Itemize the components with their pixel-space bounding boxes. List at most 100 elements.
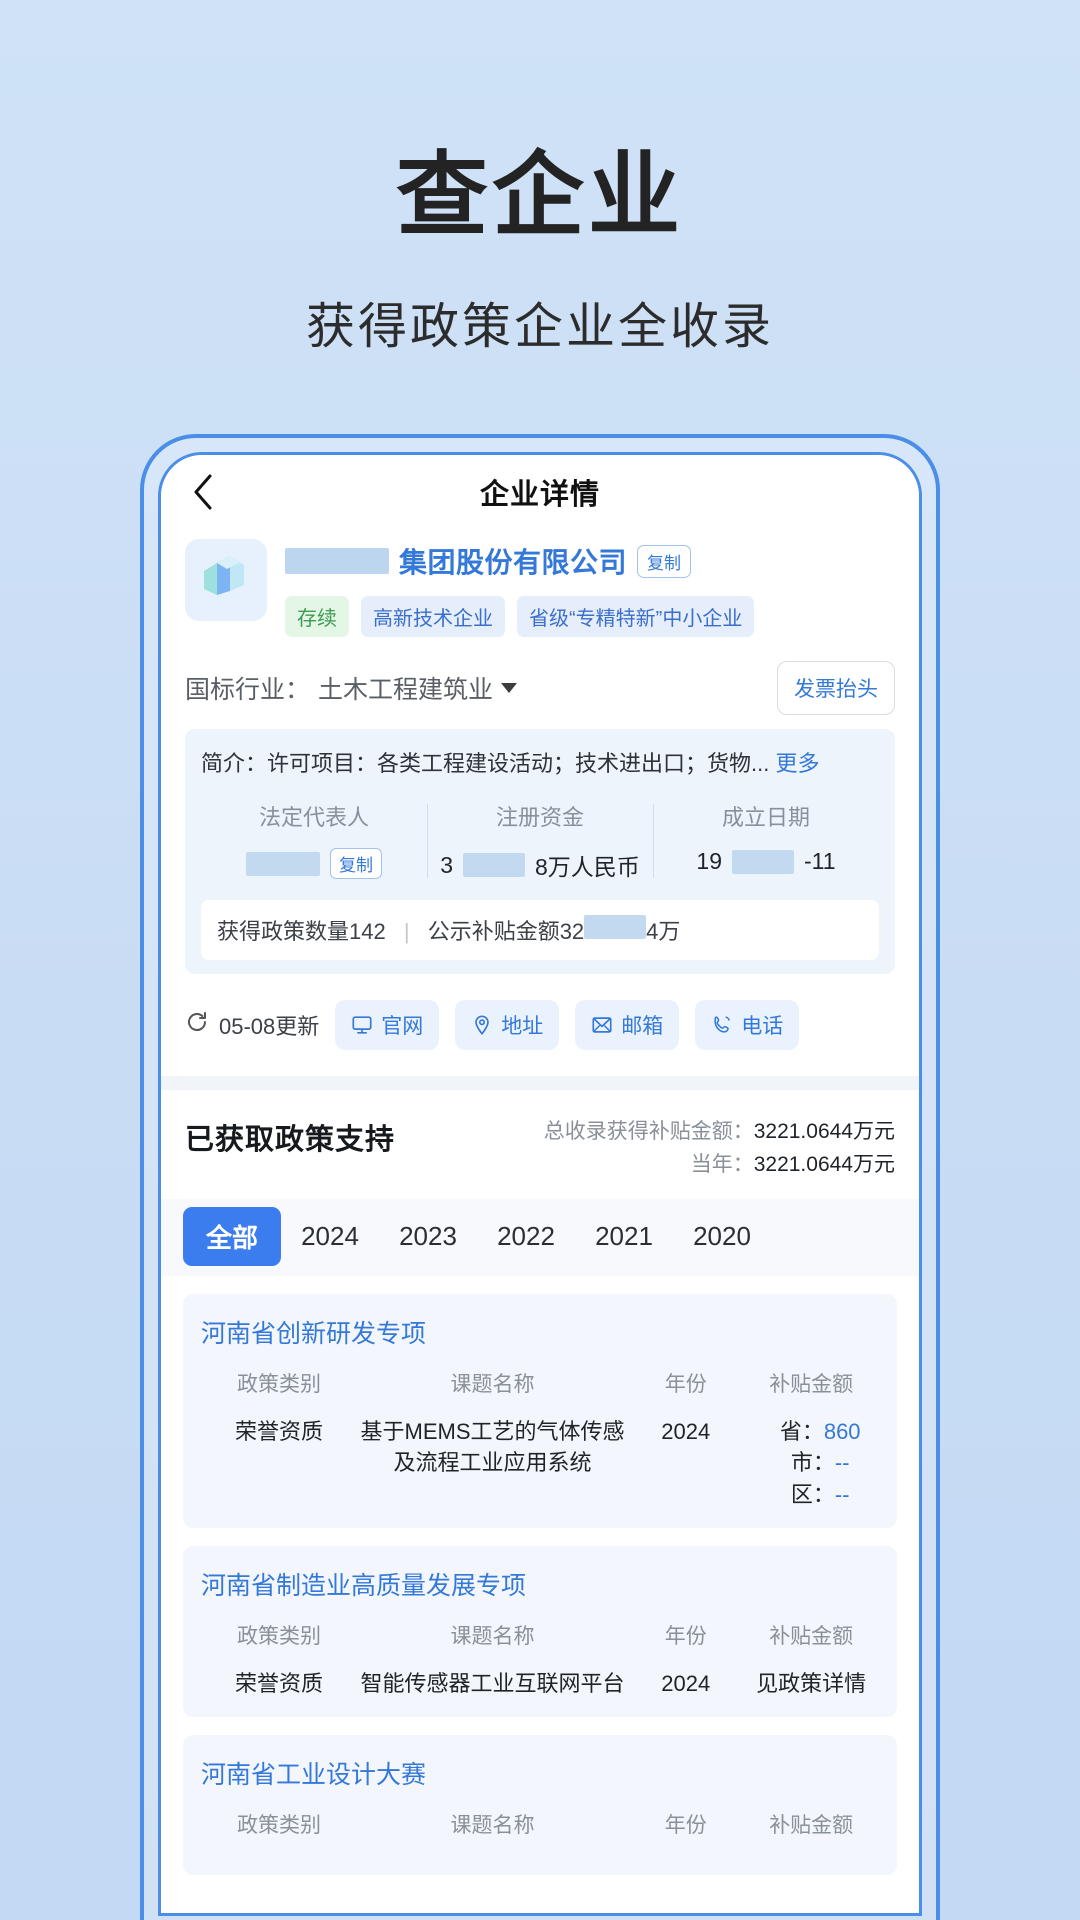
mail-icon xyxy=(591,1014,613,1036)
amount-district: 区：-- xyxy=(761,1479,879,1510)
company-header-card: 集团股份有限公司 复制 存续 高新技术企业 省级“专精特新”中小企业 xyxy=(161,529,919,637)
column-header-amount: 补贴金额 xyxy=(769,1814,854,1838)
monitor-icon xyxy=(351,1014,373,1036)
policy-table: 政策类别 课题名称 年份 补贴金额 荣誉资质 智能传感器工业互联网平台 2024… xyxy=(201,1620,879,1699)
column-header-year: 年份 xyxy=(664,1624,707,1648)
company-info-panel: 简介：许可项目：各类工程建设活动；技术进出口；货物... 更多 法定代表人 复制… xyxy=(185,729,895,974)
policy-card[interactable]: 河南省制造业高质量发展专项 政策类别 课题名称 年份 补贴金额 荣誉资质 智能传… xyxy=(183,1545,897,1718)
column-header-category: 政策类别 xyxy=(236,1624,321,1648)
location-pin-icon xyxy=(471,1014,493,1036)
column-header-subject: 课题名称 xyxy=(450,1373,535,1397)
policy-card-title[interactable]: 河南省制造业高质量发展专项 xyxy=(201,1566,879,1602)
subsidy-redaction xyxy=(584,915,647,939)
address-label: 地址 xyxy=(501,1015,544,1038)
column-header-subject: 课题名称 xyxy=(450,1814,535,1838)
current-year-label: 当年： xyxy=(690,1152,754,1176)
current-year-value: 3221.0644万元 xyxy=(753,1152,895,1176)
amount-city-label: 市： xyxy=(790,1450,835,1476)
refresh-icon xyxy=(185,1010,209,1040)
chevron-down-icon xyxy=(501,683,518,693)
cell-category: 荣誉资质 xyxy=(234,1670,323,1696)
cell-subject: 智能传感器工业互联网平台 xyxy=(360,1670,625,1696)
phone-chip[interactable]: 电话 xyxy=(695,1000,800,1050)
email-label: 邮箱 xyxy=(621,1015,664,1038)
kv-registered-capital: 注册资金 3 8万人民币 xyxy=(427,800,653,882)
cell-category: 荣誉资质 xyxy=(234,1419,323,1445)
tab-2024[interactable]: 2024 xyxy=(281,1210,379,1263)
subsidy-suffix: 4万 xyxy=(646,919,681,944)
kv-label: 法定代表人 xyxy=(258,805,369,830)
back-button[interactable] xyxy=(183,472,223,512)
page-title: 企业详情 xyxy=(479,479,600,511)
cell-year: 2024 xyxy=(661,1670,711,1696)
tab-2022[interactable]: 2022 xyxy=(477,1210,575,1263)
industry-value: 土木工程建筑业 xyxy=(318,676,494,704)
policy-count-separator: | xyxy=(403,919,410,944)
website-label: 官网 xyxy=(381,1015,424,1038)
tab-2021[interactable]: 2021 xyxy=(575,1210,673,1263)
column-header-category: 政策类别 xyxy=(236,1814,321,1838)
intro-more-link[interactable]: 更多 xyxy=(775,751,819,776)
table-header-row: 政策类别 课题名称 年份 补贴金额 xyxy=(201,1620,879,1668)
date-suffix: -11 xyxy=(804,848,836,874)
year-tab-bar[interactable]: 全部 2024 2023 2022 2021 2020 xyxy=(161,1199,919,1277)
copy-legal-rep-button[interactable]: 复制 xyxy=(330,848,382,879)
cell-year: 2024 xyxy=(661,1419,711,1445)
building-cube-icon xyxy=(200,551,252,610)
table-header-row: 政策类别 课题名称 年份 补贴金额 xyxy=(201,1368,879,1416)
date-prefix: 19 xyxy=(696,848,723,874)
date-redaction xyxy=(732,849,795,874)
capital-redaction xyxy=(463,853,525,877)
tag-sme: 省级“专精特新”中小企业 xyxy=(517,596,755,637)
tab-2020[interactable]: 2020 xyxy=(673,1210,771,1263)
promo-header: 查企业 获得政策企业全收录 xyxy=(0,0,1080,358)
table-header-row: 政策类别 课题名称 年份 补贴金额 xyxy=(201,1809,879,1857)
policy-card[interactable]: 河南省创新研发专项 政策类别 课题名称 年份 补贴金额 荣誉资质 基于MEMS工… xyxy=(183,1294,897,1528)
policy-count-label: 获得政策数量142 xyxy=(217,919,386,944)
company-logo xyxy=(185,539,267,621)
kv-established-date: 成立日期 19 -11 xyxy=(653,800,879,882)
website-chip[interactable]: 官网 xyxy=(335,1000,440,1050)
amount-district-label: 区： xyxy=(790,1481,835,1507)
total-subsidy-value: 3221.0644万元 xyxy=(753,1120,895,1143)
invoice-header-button[interactable]: 发票抬头 xyxy=(777,661,895,715)
tag-high-tech: 高新技术企业 xyxy=(361,596,505,637)
policy-card-title[interactable]: 河南省工业设计大赛 xyxy=(201,1755,879,1791)
amount-district-value: -- xyxy=(834,1481,850,1507)
legal-rep-redaction xyxy=(246,851,320,876)
tab-all[interactable]: 全部 xyxy=(183,1207,281,1267)
column-header-amount: 补贴金额 xyxy=(769,1373,854,1397)
amount-province-label: 省： xyxy=(779,1419,824,1445)
industry-selector[interactable]: 国标行业： 土木工程建筑业 xyxy=(185,670,518,706)
industry-row: 国标行业： 土木工程建筑业 发票抬头 xyxy=(161,637,919,729)
kv-legal-rep: 法定代表人 复制 xyxy=(201,800,427,882)
update-info: 05-08更新 xyxy=(185,1009,319,1041)
policy-section-header: 已获取政策支持 总收录获得补贴金额：3221.0644万元 当年：3221.06… xyxy=(161,1090,919,1200)
company-key-values: 法定代表人 复制 注册资金 3 8万人民币 成立日期 19 -11 xyxy=(201,800,879,882)
cell-subject: 基于MEMS工艺的气体传感及流程工业应用系统 xyxy=(360,1419,625,1476)
promo-subtitle: 获得政策企业全收录 xyxy=(305,299,774,354)
phone-label: 电话 xyxy=(741,1015,784,1038)
policy-amount-summary: 总收录获得补贴金额：3221.0644万元 当年：3221.0644万元 xyxy=(544,1116,895,1181)
total-subsidy-line: 总收录获得补贴金额：3221.0644万元 xyxy=(544,1116,895,1149)
promo-title: 查企业 xyxy=(395,145,684,247)
address-chip[interactable]: 地址 xyxy=(455,1000,560,1050)
amount-city-value: -- xyxy=(834,1450,850,1476)
policy-card-title[interactable]: 河南省创新研发专项 xyxy=(201,1314,879,1350)
phone-frame-outer: 企业详情 集团股份有限公司 复制 存续 高新技术企业 省级“专精特新”中小企业 … xyxy=(140,434,940,1920)
capital-suffix: 8万人民币 xyxy=(535,854,640,880)
tab-2023[interactable]: 2023 xyxy=(379,1210,477,1263)
amount-province-value: 860 xyxy=(823,1419,861,1445)
column-header-subject: 课题名称 xyxy=(450,1624,535,1648)
column-header-amount: 补贴金额 xyxy=(769,1624,854,1648)
update-text: 05-08更新 xyxy=(219,1014,320,1039)
email-chip[interactable]: 邮箱 xyxy=(575,1000,680,1050)
kv-label: 成立日期 xyxy=(721,805,810,830)
policy-card[interactable]: 河南省工业设计大赛 政策类别 课题名称 年份 补贴金额 xyxy=(183,1735,897,1876)
amount-province: 省：860 xyxy=(761,1416,879,1447)
copy-company-name-button[interactable]: 复制 xyxy=(637,544,692,578)
amount-city: 市：-- xyxy=(761,1447,879,1478)
policy-count-bar: 获得政策数量142 | 公示补贴金额32 4万 xyxy=(201,900,879,960)
column-header-category: 政策类别 xyxy=(236,1373,321,1397)
column-header-year: 年份 xyxy=(664,1814,707,1838)
